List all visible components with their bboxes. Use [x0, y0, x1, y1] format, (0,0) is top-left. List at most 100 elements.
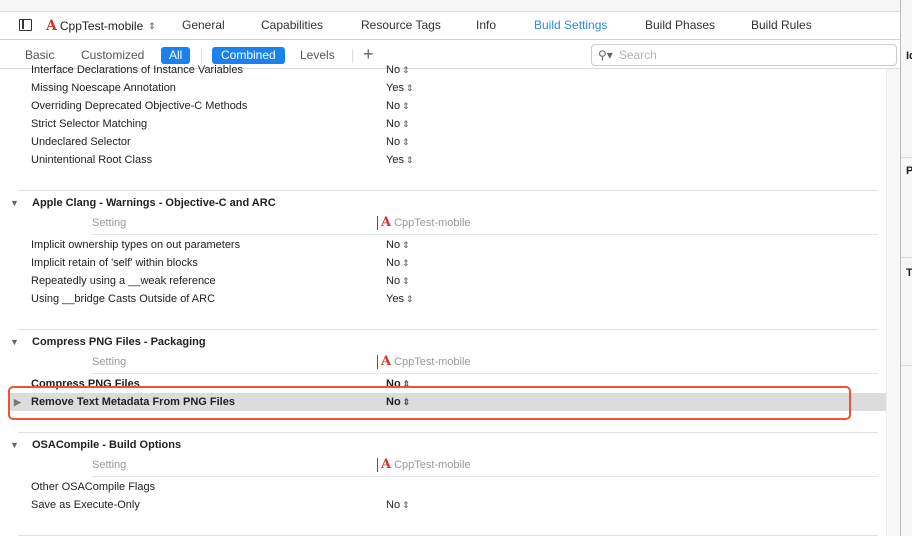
setting-value[interactable]: No ⇕ [386, 496, 410, 514]
disclosure-triangle-icon[interactable]: ▼ [10, 436, 19, 454]
setting-value[interactable]: No ⇕ [386, 254, 410, 272]
target-column: A CppTest-mobile [377, 353, 471, 371]
setting-name: Other OSACompile Flags [31, 481, 156, 493]
setting-row[interactable]: Using __bridge Casts Outside of ARC Yes ⇕ [8, 290, 886, 308]
tab-resource-tags[interactable]: Resource Tags [361, 18, 441, 32]
setting-value[interactable]: No ⇕ [386, 61, 410, 79]
disclosure-triangle-icon[interactable]: ▼ [10, 194, 19, 212]
setting-value[interactable]: Yes ⇕ [386, 290, 414, 308]
setting-name: Implicit ownership types on out paramete… [31, 239, 241, 251]
chevron-updown-icon: ⇕ [402, 119, 410, 129]
scrollbar[interactable] [886, 69, 900, 536]
chevron-updown-icon: ⇕ [148, 20, 156, 31]
setting-row[interactable]: Interface Declarations of Instance Varia… [8, 61, 886, 79]
setting-column-label: Setting [92, 356, 127, 368]
target-column: A CppTest-mobile [377, 456, 471, 474]
divider [901, 365, 912, 366]
section-divider [18, 329, 878, 330]
setting-name: Strict Selector Matching [31, 118, 148, 130]
value-text: No [386, 499, 401, 511]
tab-general[interactable]: General [182, 18, 225, 32]
value-text: Yes [386, 293, 404, 305]
inspector-panel: Id P T [900, 0, 912, 536]
inspector-label: Id [906, 50, 912, 62]
inspector-label: T [906, 267, 912, 279]
target-selector[interactable]: A CppTest-mobile ⇕ [46, 18, 156, 34]
section-title: Compress PNG Files - Packaging [32, 336, 206, 348]
setting-value[interactable]: No ⇕ [386, 133, 410, 151]
section-title: Apple Clang - Warnings - Objective-C and… [32, 197, 276, 209]
chevron-updown-icon: ⇕ [405, 294, 414, 304]
chevron-updown-icon: ⇕ [402, 240, 410, 250]
app-target-icon: A [381, 457, 392, 472]
settings-section: ▼ Apple Clang - Warnings - Objective-C an… [8, 169, 886, 308]
tab-build-settings[interactable]: Build Settings [534, 18, 607, 32]
value-text: No [386, 239, 401, 251]
chevron-updown-icon: ⇕ [402, 101, 410, 111]
app-target-icon: A [381, 215, 392, 230]
setting-row[interactable]: Unintentional Root Class Yes ⇕ [8, 151, 886, 169]
value-text: No [386, 64, 401, 76]
target-column: A CppTest-mobile [377, 214, 471, 232]
setting-value[interactable]: Yes ⇕ [386, 151, 414, 169]
setting-value[interactable]: Yes ⇕ [386, 79, 414, 97]
tab-capabilities[interactable]: Capabilities [261, 18, 323, 32]
section-divider [18, 190, 878, 191]
divider [92, 476, 878, 477]
value-text: No [386, 257, 401, 269]
setting-row[interactable]: Implicit ownership types on out paramete… [8, 236, 886, 254]
setting-row[interactable]: Implicit retain of 'self' within blocks N… [8, 254, 886, 272]
highlight-annotation [8, 386, 851, 420]
section-header[interactable]: ▼ Apple Clang - Warnings - Objective-C an… [8, 194, 886, 212]
target-column-label: CppTest-mobile [394, 217, 471, 229]
setting-name: Unintentional Root Class [31, 154, 153, 166]
settings-section [8, 514, 886, 536]
window-titlebar [0, 0, 900, 12]
section-header[interactable]: ▼ OSACompile - Build Options [8, 436, 886, 454]
app-target-icon: A [46, 18, 57, 34]
search-icon: ⚲▾ [598, 48, 613, 62]
target-column-label: CppTest-mobile [394, 356, 471, 368]
value-text: Yes [386, 82, 404, 94]
setting-value[interactable]: No ⇕ [386, 272, 410, 290]
tab-info[interactable]: Info [476, 18, 496, 32]
section-divider [18, 432, 878, 433]
setting-value[interactable]: No ⇕ [386, 97, 410, 115]
value-text: No [386, 136, 401, 148]
chevron-updown-icon: ⇕ [402, 137, 410, 147]
column-header: Setting A CppTest-mobile [8, 214, 886, 235]
setting-name: Missing Noescape Annotation [31, 82, 176, 94]
setting-name: Implicit retain of 'self' within blocks [31, 257, 198, 269]
setting-name: Using __bridge Casts Outside of ARC [31, 293, 216, 305]
value-text: No [386, 100, 401, 112]
setting-row[interactable]: Other OSACompile Flags [8, 478, 886, 496]
target-name: CppTest-mobile [59, 19, 144, 33]
tab-build-phases[interactable]: Build Phases [645, 18, 715, 32]
setting-row[interactable]: Missing Noescape Annotation Yes ⇕ [8, 79, 886, 97]
value-text: Yes [386, 154, 404, 166]
setting-row[interactable]: Save as Execute-Only No ⇕ [8, 496, 886, 514]
value-text: No [386, 275, 401, 287]
setting-value[interactable]: No ⇕ [386, 236, 410, 254]
app-target-icon: A [381, 354, 392, 369]
chevron-updown-icon: ⇕ [405, 155, 414, 165]
disclosure-triangle-icon[interactable]: ▼ [10, 333, 19, 351]
setting-row[interactable]: Undeclared Selector No ⇕ [8, 133, 886, 151]
setting-row[interactable]: Strict Selector Matching No ⇕ [8, 115, 886, 133]
setting-column-label: Setting [92, 459, 127, 471]
setting-row[interactable]: Repeatedly using a __weak reference No ⇕ [8, 272, 886, 290]
editor-tab-bar: A CppTest-mobile ⇕ General Capabilities … [0, 12, 900, 40]
chevron-updown-icon: ⇕ [402, 276, 410, 286]
setting-row[interactable]: Overriding Deprecated Objective-C Method… [8, 97, 886, 115]
inspector-label: P [906, 165, 912, 177]
tab-build-rules[interactable]: Build Rules [751, 18, 812, 32]
divider [901, 257, 912, 258]
setting-name: Overriding Deprecated Objective-C Method… [31, 100, 248, 112]
setting-value[interactable]: No ⇕ [386, 115, 410, 133]
search-input[interactable] [618, 48, 869, 62]
section-header[interactable]: ▼ Compress PNG Files - Packaging [8, 333, 886, 351]
chevron-updown-icon: ⇕ [405, 83, 414, 93]
chevron-updown-icon: ⇕ [402, 258, 410, 268]
sidebar-toggle-icon[interactable] [19, 19, 32, 31]
divider [901, 157, 912, 158]
